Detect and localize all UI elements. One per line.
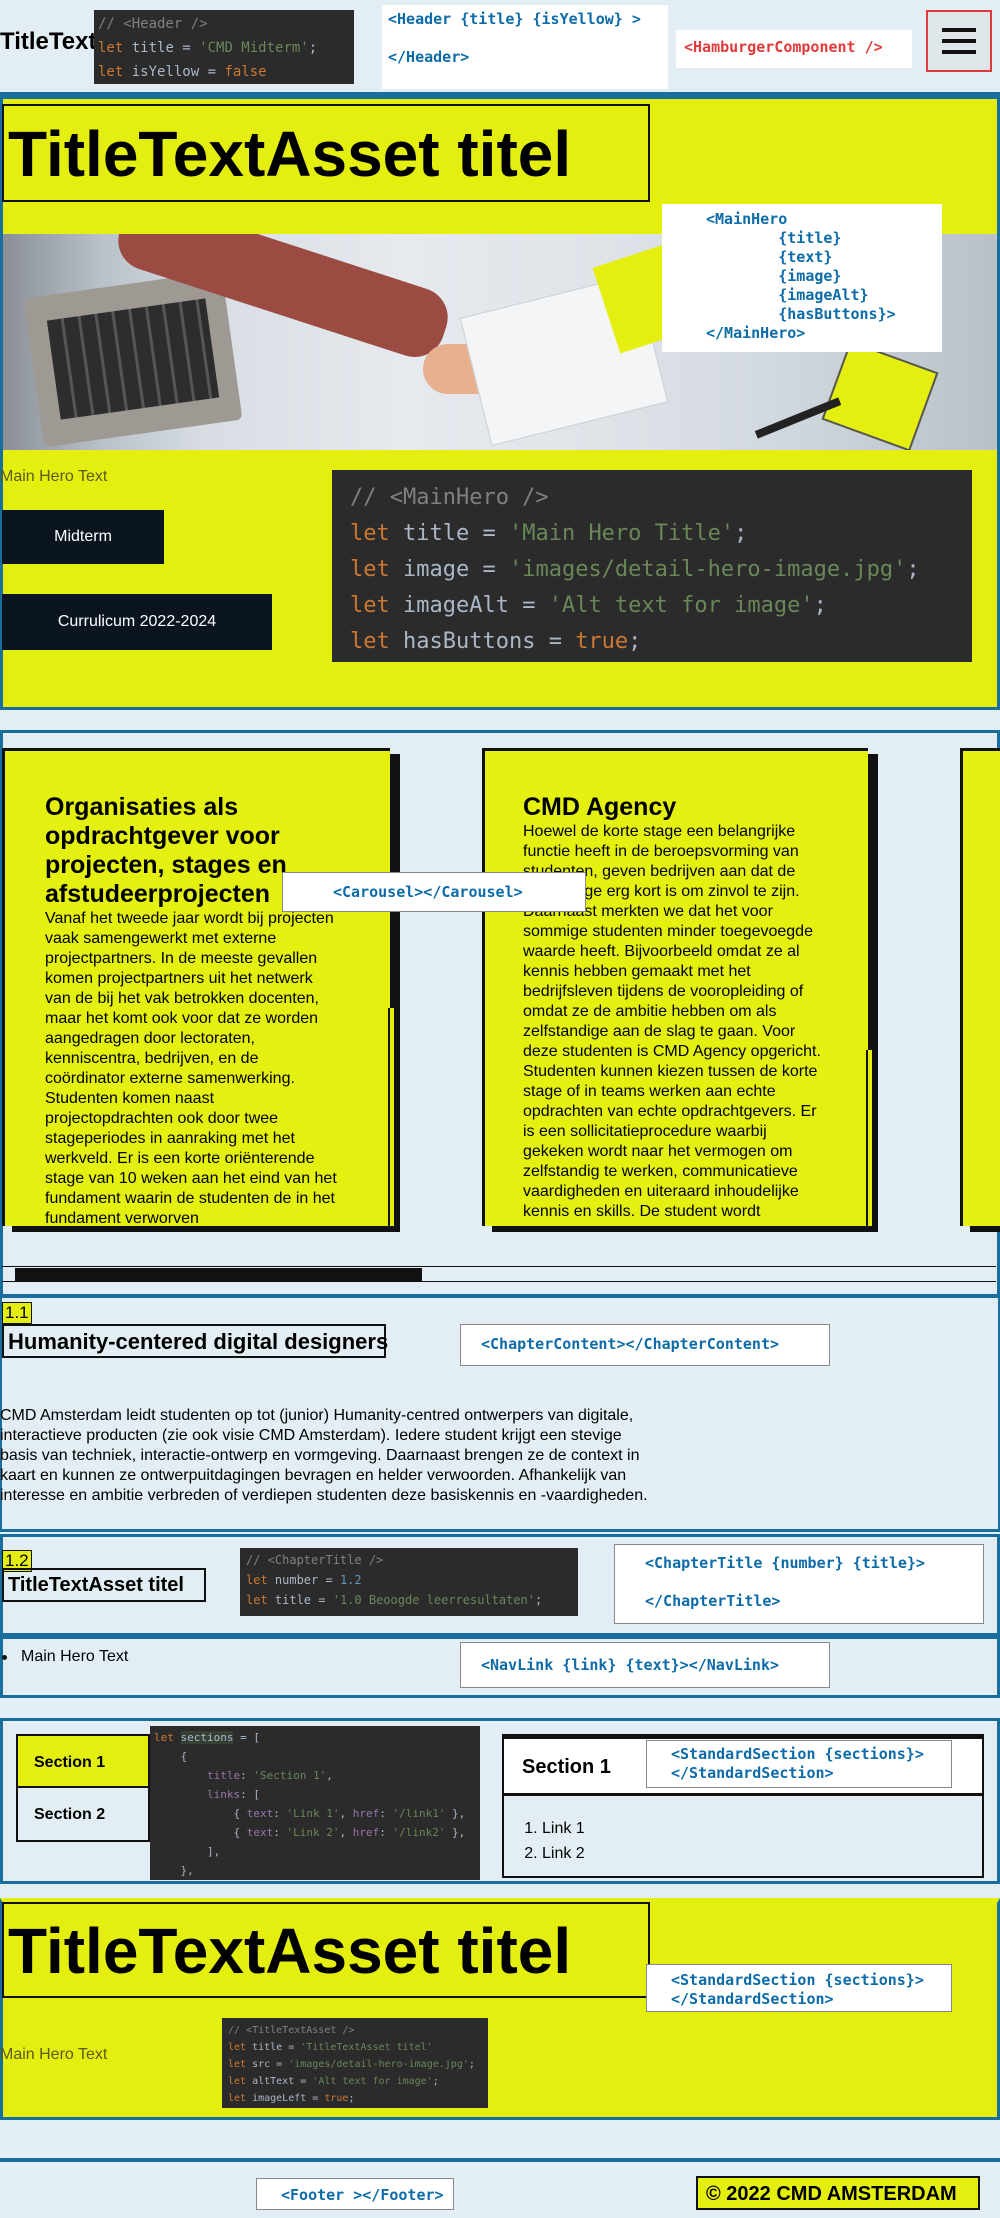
carousel-scroll-thumb[interactable]	[15, 1268, 422, 1282]
hamburger-button[interactable]	[926, 10, 992, 72]
hamburger-component-tag: <HamburgerComponent />	[676, 30, 912, 68]
section-links-list: Link 1 Link 2	[522, 1816, 585, 1866]
header-code-snippet: // <Header /> let title = 'CMD Midterm'; l…	[94, 10, 354, 84]
asset-code-snippet: // <TitleTextAsset /> let title = 'TitleT…	[222, 2018, 488, 2108]
midterm-button[interactable]: Midterm	[2, 510, 164, 564]
chapter-body-text: CMD Amsterdam leidt studenten op tot (ju…	[0, 1407, 648, 1504]
standard-section-code-snippet: let sections = [ { title: 'Section 1', l…	[150, 1726, 480, 1880]
section-panel-title: Section 1	[522, 1756, 611, 1778]
tab-section-2[interactable]: Section 2	[16, 1788, 150, 1842]
bullet-icon	[2, 1654, 7, 1660]
section-link[interactable]: Link 2	[542, 1841, 585, 1866]
navlink-component-tag: <NavLink {link} {text}></NavLink>	[460, 1642, 830, 1688]
header-title[interactable]: TitleText	[0, 28, 95, 56]
carousel-card-partial[interactable]	[960, 748, 1000, 1226]
main-hero-code-snippet: // <MainHero /> let title = 'Main Hero Ti…	[332, 470, 972, 662]
chapter-title: Humanity-centered digital designers	[2, 1324, 388, 1358]
chapter-content-component-tag: <ChapterContent></ChapterContent>	[460, 1324, 830, 1366]
section-link[interactable]: Link 1	[542, 1816, 585, 1841]
chapter-title-heading: TitleTextAsset titel	[2, 1568, 206, 1602]
chapter-title-component-tag: <ChapterTitle {number} {title}> </Chapter…	[614, 1544, 984, 1624]
asset-hero-text: Main Hero Text	[0, 2046, 108, 2063]
main-hero-text: Main Hero Text	[0, 468, 108, 485]
tab-section-1[interactable]: Section 1	[16, 1734, 150, 1788]
chapter-number: 1.1	[2, 1302, 32, 1324]
card-title: CMD Agency	[523, 793, 677, 821]
navlink-text: Main Hero Text	[21, 1648, 129, 1665]
asset-component-tag: <StandardSection {sections}> </StandardSe…	[646, 1964, 952, 2012]
curriculum-button[interactable]: Currulicum 2022-2024	[2, 594, 272, 650]
card-scrollbar[interactable]	[866, 1050, 872, 1226]
carousel-card[interactable]: Organisaties als opdrachtgever voor proj…	[2, 748, 390, 1226]
hamburger-icon	[942, 28, 976, 54]
footer-component-tag: <Footer ></Footer>	[256, 2178, 454, 2210]
navlink-item[interactable]: Main Hero Text	[2, 1648, 128, 1666]
main-hero-component-tag: <MainHero {title} {text} {image} {imageA…	[662, 204, 942, 352]
phone-shape	[821, 340, 939, 450]
chapter-title-code-snippet: // <ChapterTitle /> let number = 1.2 let t…	[240, 1548, 578, 1616]
card-scrollbar[interactable]	[388, 1008, 394, 1226]
footer-copyright: © 2022 CMD AMSTERDAM	[696, 2176, 980, 2210]
carousel-component-tag: <Carousel></Carousel>	[282, 872, 586, 912]
header-component-tag: <Header {title} {isYellow} > </Header>	[382, 5, 668, 89]
card-body: Vanaf het tweede jaar wordt bij projecte…	[45, 910, 337, 1226]
carousel-card[interactable]: CMD Agency Hoewel de korte stage een bel…	[482, 748, 868, 1226]
standard-section-component-tag: <StandardSection {sections}> </StandardSe…	[646, 1740, 952, 1788]
title-text-asset-title: TitleTextAsset titel	[2, 1902, 650, 1998]
main-hero-title: TitleTextAsset titel	[2, 104, 650, 202]
